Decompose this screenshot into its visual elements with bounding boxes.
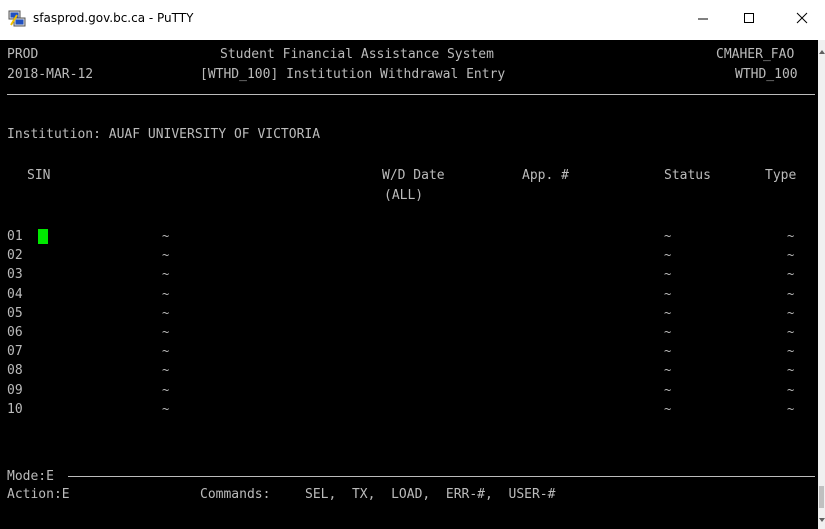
sin-field[interactable]: ~	[162, 363, 169, 378]
sin-field[interactable]: ~	[162, 325, 169, 340]
maximize-button[interactable]	[726, 0, 772, 36]
screen-title: [WTHD_100] Institution Withdrawal Entry	[200, 67, 506, 82]
close-button[interactable]	[779, 0, 825, 36]
row-number: 06	[7, 325, 23, 340]
putty-icon[interactable]	[8, 10, 26, 28]
env-label: PROD	[7, 47, 39, 62]
current-date: 2018-MAR-12	[7, 67, 94, 82]
scroll-down-icon[interactable]	[819, 518, 825, 522]
type-field[interactable]: ~	[787, 287, 794, 302]
institution-line: Institution: AUAF UNIVERSITY OF VICTORIA	[7, 127, 321, 142]
sin-field[interactable]: ~	[162, 267, 169, 282]
column-sin: SIN	[27, 168, 51, 183]
minimize-icon	[697, 12, 709, 24]
column-wd-date-filter: (ALL)	[384, 188, 424, 203]
type-field[interactable]: ~	[787, 363, 794, 378]
row-number: 04	[7, 287, 23, 302]
text-cursor	[38, 229, 48, 244]
system-title: Student Financial Assistance System	[220, 47, 494, 62]
header-divider	[7, 94, 815, 95]
type-field[interactable]: ~	[787, 267, 794, 282]
type-field[interactable]: ~	[787, 229, 794, 244]
column-type: Type	[765, 168, 797, 183]
screen-id: WTHD_100	[735, 67, 798, 82]
status-field[interactable]: ~	[664, 267, 671, 282]
column-wd-date: W/D Date	[382, 168, 445, 183]
sin-field[interactable]: ~	[162, 306, 169, 321]
column-status: Status	[664, 168, 711, 183]
status-field[interactable]: ~	[664, 383, 671, 398]
sin-field[interactable]: ~	[162, 402, 169, 417]
status-field[interactable]: ~	[664, 402, 671, 417]
status-field[interactable]: ~	[664, 363, 671, 378]
scroll-thumb[interactable]	[819, 486, 824, 508]
row-number: 01	[7, 229, 23, 244]
mode-divider	[68, 476, 815, 477]
status-field[interactable]: ~	[664, 344, 671, 359]
status-field[interactable]: ~	[664, 325, 671, 340]
row-number: 10	[7, 402, 23, 417]
status-field[interactable]: ~	[664, 287, 671, 302]
minimize-button[interactable]	[680, 0, 726, 36]
row-number: 05	[7, 306, 23, 321]
window-title: sfasprod.gov.bc.ca - PuTTY	[33, 11, 194, 25]
row-number: 02	[7, 248, 23, 263]
maximize-icon	[743, 12, 755, 24]
sin-field[interactable]: ~	[162, 248, 169, 263]
scroll-up-icon[interactable]	[819, 50, 825, 54]
status-field[interactable]: ~	[664, 229, 671, 244]
type-field[interactable]: ~	[787, 402, 794, 417]
type-field[interactable]: ~	[787, 325, 794, 340]
putty-window: sfasprod.gov.bc.ca - PuTTY PROD Student …	[0, 0, 825, 529]
close-icon	[796, 12, 808, 24]
sin-field[interactable]: ~	[162, 287, 169, 302]
type-field[interactable]: ~	[787, 383, 794, 398]
sin-field[interactable]: ~	[162, 383, 169, 398]
type-field[interactable]: ~	[787, 344, 794, 359]
type-field[interactable]: ~	[787, 248, 794, 263]
sin-field[interactable]: ~	[162, 229, 169, 244]
scrollbar[interactable]	[818, 40, 825, 529]
action-field[interactable]: Action:E	[7, 487, 70, 502]
row-number: 09	[7, 383, 23, 398]
status-field[interactable]: ~	[664, 306, 671, 321]
mode-indicator: Mode:E	[7, 469, 54, 484]
row-number: 03	[7, 267, 23, 282]
commands-list: SEL, TX, LOAD, ERR-#, USER-#	[305, 487, 556, 502]
row-number: 07	[7, 344, 23, 359]
column-app-number: App. #	[522, 168, 569, 183]
row-number: 08	[7, 363, 23, 378]
type-field[interactable]: ~	[787, 306, 794, 321]
status-field[interactable]: ~	[664, 248, 671, 263]
user-id: CMAHER_FAO	[716, 47, 795, 62]
terminal-screen[interactable]: PROD Student Financial Assistance System…	[0, 40, 818, 529]
title-bar[interactable]: sfasprod.gov.bc.ca - PuTTY	[0, 0, 825, 38]
sin-field[interactable]: ~	[162, 344, 169, 359]
commands-label: Commands:	[200, 487, 271, 502]
